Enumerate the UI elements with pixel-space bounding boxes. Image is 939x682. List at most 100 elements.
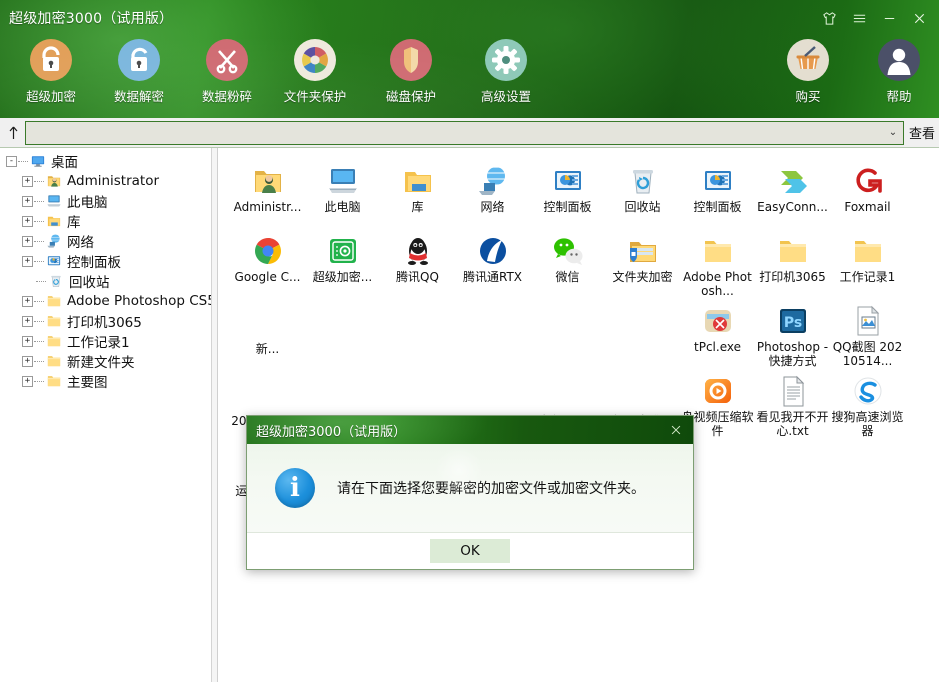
- wechat-icon: [530, 226, 605, 268]
- toolbar-item-label: 数据粉碎: [184, 86, 270, 105]
- toolbar-item-help[interactable]: 帮助: [856, 38, 939, 105]
- toolbar-item-folder-protect[interactable]: 文件夹保护: [272, 38, 358, 105]
- tree-connector: [34, 241, 44, 242]
- tree-node[interactable]: +控制面板: [0, 251, 211, 271]
- collapse-icon[interactable]: -: [6, 156, 17, 167]
- toolbar-item-label: 磁盘保护: [368, 86, 454, 105]
- tree-node[interactable]: +库: [0, 211, 211, 231]
- file-item-label: tPcl.exe: [680, 340, 755, 354]
- file-item[interactable]: 控制面板: [530, 156, 605, 214]
- file-item[interactable]: 文件夹加密: [605, 226, 680, 284]
- expand-icon[interactable]: +: [22, 176, 33, 187]
- file-item[interactable]: 库: [380, 156, 455, 214]
- user-folder-icon: [45, 173, 63, 189]
- dialog-footer: OK: [247, 532, 693, 569]
- text-file-icon: [755, 366, 830, 408]
- expand-icon[interactable]: +: [22, 336, 33, 347]
- tree-node[interactable]: +新建文件夹: [0, 351, 211, 371]
- file-item[interactable]: 回收站: [605, 156, 680, 214]
- file-item[interactable]: 搜狗高速浏览器: [830, 366, 905, 438]
- tree-connector: [34, 261, 44, 262]
- file-item[interactable]: 网络: [455, 156, 530, 214]
- file-item[interactable]: 腾讯QQ: [380, 226, 455, 284]
- folder-icon: [45, 293, 63, 309]
- folder-icon: [755, 226, 830, 268]
- dialog-title-bar: 超级加密3000（试用版）: [247, 416, 693, 444]
- toolbar-item-disk-protect[interactable]: 磁盘保护: [368, 38, 454, 105]
- view-button[interactable]: 查看: [905, 121, 939, 145]
- toolbar-item-buy[interactable]: 购买: [765, 38, 851, 105]
- file-item[interactable]: Foxmail: [830, 156, 905, 214]
- file-item-label: 新...: [230, 342, 305, 356]
- tree-node[interactable]: +Administrator: [0, 171, 211, 191]
- toolbar-item-shred[interactable]: 数据粉碎: [184, 38, 270, 105]
- tree-node[interactable]: -桌面: [0, 151, 211, 171]
- tree-node[interactable]: + 网络: [0, 231, 211, 251]
- tree-node[interactable]: +Adobe Photoshop CS5: [0, 291, 211, 311]
- toolbar-item-decrypt[interactable]: 数据解密: [96, 38, 182, 105]
- file-item-label: 超级加密...: [305, 270, 380, 284]
- file-icon: [230, 298, 305, 340]
- desktop-icon: [29, 153, 47, 169]
- tree-node[interactable]: +工作记录1: [0, 331, 211, 351]
- dialog-close-icon[interactable]: [665, 419, 687, 441]
- file-item[interactable]: EasyConn...: [755, 156, 830, 214]
- file-item[interactable]: 此电脑: [305, 156, 380, 214]
- file-item[interactable]: 新...: [230, 298, 305, 356]
- file-item[interactable]: 控制面板: [680, 156, 755, 214]
- file-item[interactable]: 工作记录1: [830, 226, 905, 284]
- expand-icon[interactable]: +: [22, 356, 33, 367]
- tree-node[interactable]: + 主要图: [0, 371, 211, 391]
- file-item[interactable]: 微信: [530, 226, 605, 284]
- toolbar-item-advanced-settings[interactable]: 高级设置: [463, 38, 549, 105]
- chrome-icon: [230, 226, 305, 268]
- network-icon: [45, 233, 63, 249]
- file-item[interactable]: Administr...: [230, 156, 305, 214]
- toolbar-item-encrypt[interactable]: 超级加密: [8, 38, 94, 105]
- folder-lock-icon: [605, 226, 680, 268]
- ok-button[interactable]: OK: [430, 539, 510, 563]
- file-item[interactable]: PsPhotoshop - 快捷方式: [755, 296, 830, 368]
- file-item[interactable]: Google C...: [230, 226, 305, 284]
- file-item-label: EasyConn...: [755, 200, 830, 214]
- tree-node-label: 回收站: [69, 271, 110, 291]
- folder-icon: [830, 226, 905, 268]
- expand-icon[interactable]: +: [22, 376, 33, 387]
- minimize-icon[interactable]: [875, 6, 903, 30]
- pane-splitter[interactable]: [212, 148, 218, 682]
- chevron-down-icon[interactable]: ⌄: [883, 122, 903, 144]
- file-item[interactable]: QQ截图 20210514...: [830, 296, 905, 368]
- expand-icon[interactable]: +: [22, 216, 33, 227]
- expand-icon[interactable]: +: [22, 296, 33, 307]
- folder-icon: [45, 353, 63, 369]
- rtx-icon: [455, 226, 530, 268]
- close-icon[interactable]: [905, 6, 933, 30]
- file-item[interactable]: 打印机3065: [755, 226, 830, 284]
- folder-icon: [680, 226, 755, 268]
- skin-icon[interactable]: [815, 6, 843, 30]
- main-toolbar: 超级加密 数据解密: [0, 38, 939, 114]
- file-item[interactable]: 看见我开不开心.txt: [755, 366, 830, 438]
- expand-icon[interactable]: +: [22, 236, 33, 247]
- expand-icon[interactable]: +: [22, 196, 33, 207]
- expand-icon[interactable]: +: [22, 256, 33, 267]
- library-icon: [380, 156, 455, 198]
- tree-node-label: 主要图: [67, 371, 108, 391]
- up-arrow-icon[interactable]: [2, 119, 24, 147]
- file-item[interactable]: tPcl.exe: [680, 296, 755, 354]
- file-item[interactable]: 腾讯通RTX: [455, 226, 530, 284]
- tree-node[interactable]: 回收站: [0, 271, 211, 291]
- file-item-label: 搜狗高速浏览器: [830, 410, 905, 438]
- message-dialog: 超级加密3000（试用版） i 请在下面选择您要解密的加密文件或加密文件夹。 O…: [246, 415, 694, 570]
- tree-node[interactable]: +此电脑: [0, 191, 211, 211]
- file-item[interactable]: Adobe Photosh...: [680, 226, 755, 298]
- info-icon: i: [275, 468, 315, 508]
- file-icon: [305, 370, 380, 412]
- expand-icon[interactable]: +: [22, 316, 33, 327]
- file-item[interactable]: 超级加密...: [305, 226, 380, 284]
- menu-icon[interactable]: [845, 6, 873, 30]
- tree-node-label: 网络: [67, 231, 94, 251]
- path-combobox[interactable]: ⌄: [25, 121, 904, 145]
- photoshop-icon: Ps: [755, 296, 830, 338]
- tree-node[interactable]: +打印机3065: [0, 311, 211, 331]
